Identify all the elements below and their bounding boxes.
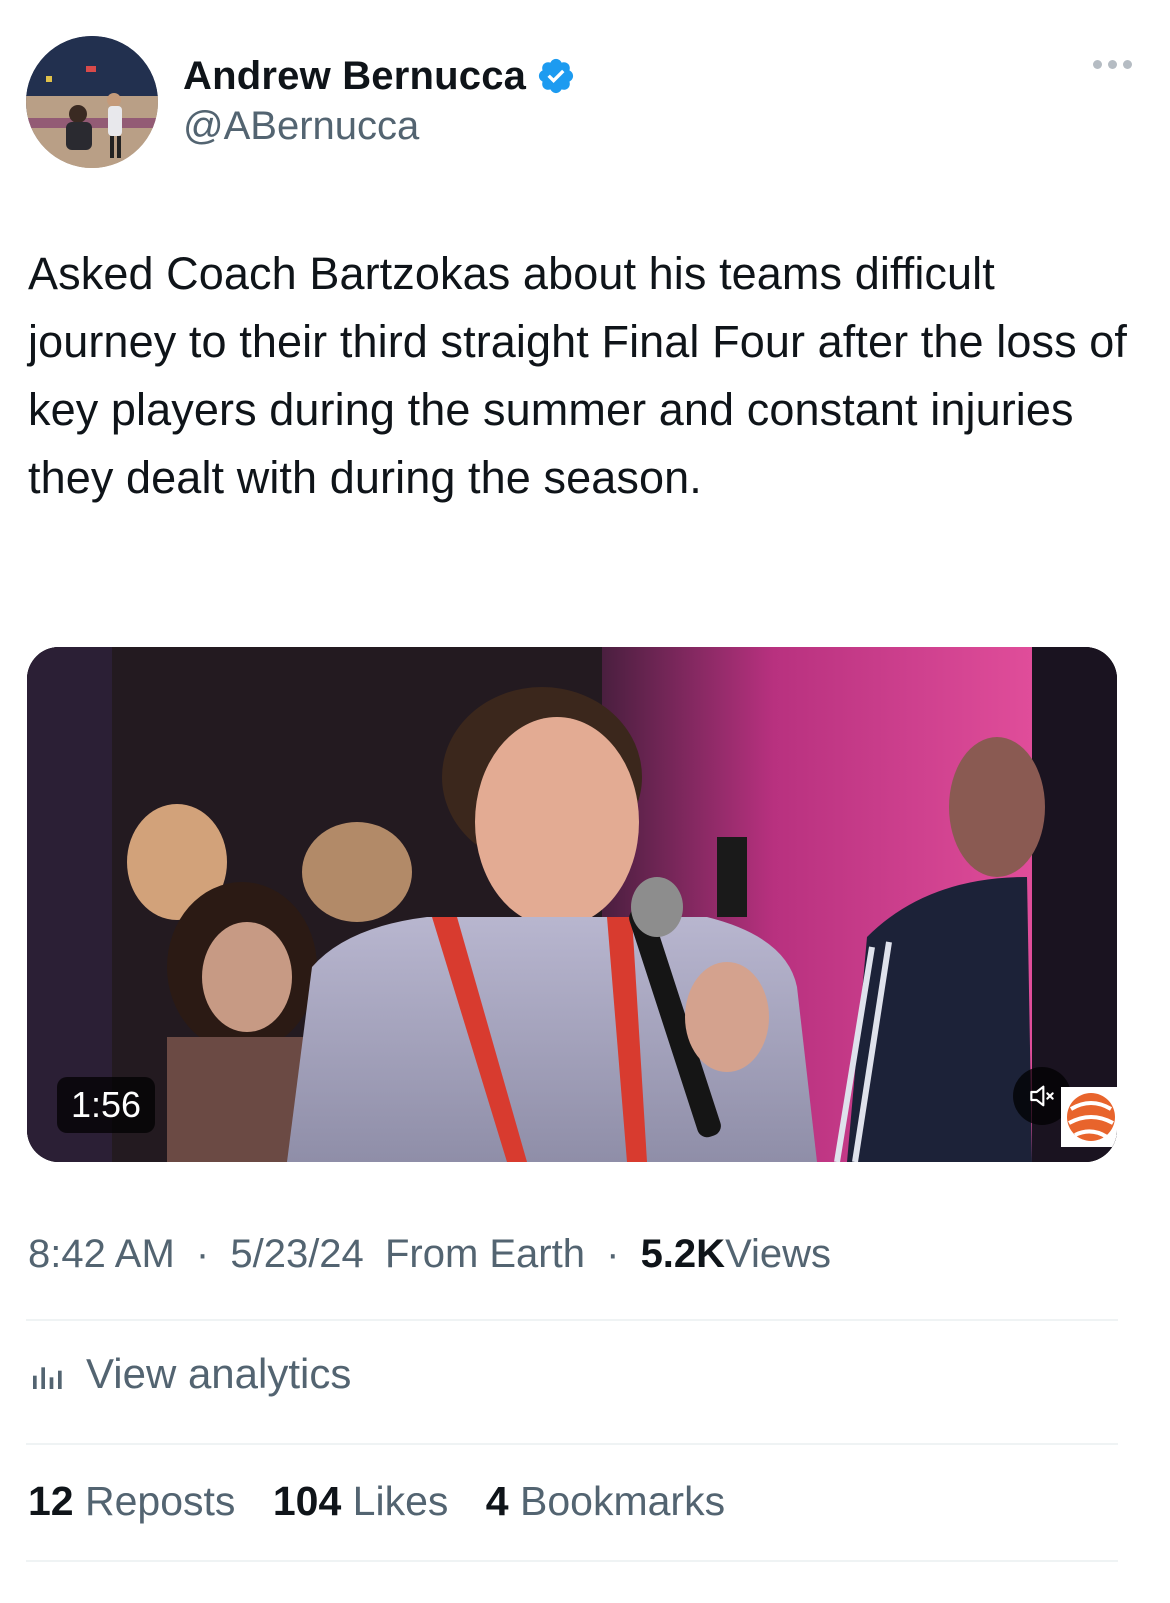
more-dot-icon (1093, 60, 1102, 69)
video-player[interactable]: 1:56 (27, 647, 1117, 1162)
more-options-button[interactable] (1093, 60, 1132, 69)
author-display-name[interactable]: Andrew Bernucca (183, 54, 526, 99)
more-dot-icon (1123, 60, 1132, 69)
bookmarks-stat[interactable]: 4 Bookmarks (486, 1478, 725, 1524)
views-count: 5.2K (640, 1232, 726, 1276)
divider (26, 1443, 1118, 1445)
author-handle[interactable]: @ABernucca (183, 104, 576, 149)
bookmarks-count: 4 (485, 1478, 509, 1524)
meta-separator: · (195, 1232, 210, 1276)
likes-label: Likes (352, 1478, 449, 1524)
views-label: Views (725, 1232, 832, 1276)
author-info: Andrew Bernucca @ABernucca (183, 50, 576, 149)
tweet-meta: 8:42 AM · 5/23/24 From Earth · 5.2KViews (28, 1232, 831, 1277)
reposts-stat[interactable]: 12 Reposts (28, 1478, 235, 1524)
speaker-muted-icon (1030, 1085, 1054, 1107)
bookmarks-label: Bookmarks (520, 1478, 726, 1524)
tweet-source: From Earth (384, 1232, 585, 1276)
avatar-photo (26, 36, 158, 168)
verified-badge-icon (539, 58, 574, 94)
likes-stat[interactable]: 104 Likes (273, 1478, 449, 1524)
video-frame (27, 647, 1117, 1162)
view-analytics-label: View analytics (86, 1350, 352, 1397)
analytics-bars-icon (33, 1367, 62, 1389)
reposts-label: Reposts (85, 1478, 236, 1524)
video-duration: 1:56 (57, 1077, 156, 1133)
author-avatar[interactable] (26, 36, 158, 168)
likes-count: 104 (272, 1478, 342, 1524)
view-analytics-link[interactable]: View analytics (28, 1350, 351, 1398)
more-dot-icon (1108, 60, 1117, 69)
divider (26, 1319, 1118, 1321)
divider (26, 1560, 1118, 1562)
reposts-count: 12 (28, 1478, 74, 1524)
engagement-stats: 12 Reposts 104 Likes 4 Bookmarks (28, 1478, 751, 1525)
league-logo-icon (1061, 1087, 1117, 1147)
tweet-time[interactable]: 8:42 AM (28, 1232, 175, 1276)
meta-separator: · (606, 1232, 620, 1276)
tweet-date[interactable]: 5/23/24 (230, 1232, 363, 1276)
tweet-header: Andrew Bernucca @ABernucca (26, 36, 1144, 168)
tweet-text: Asked Coach Bartzokas about his teams di… (28, 248, 1128, 503)
